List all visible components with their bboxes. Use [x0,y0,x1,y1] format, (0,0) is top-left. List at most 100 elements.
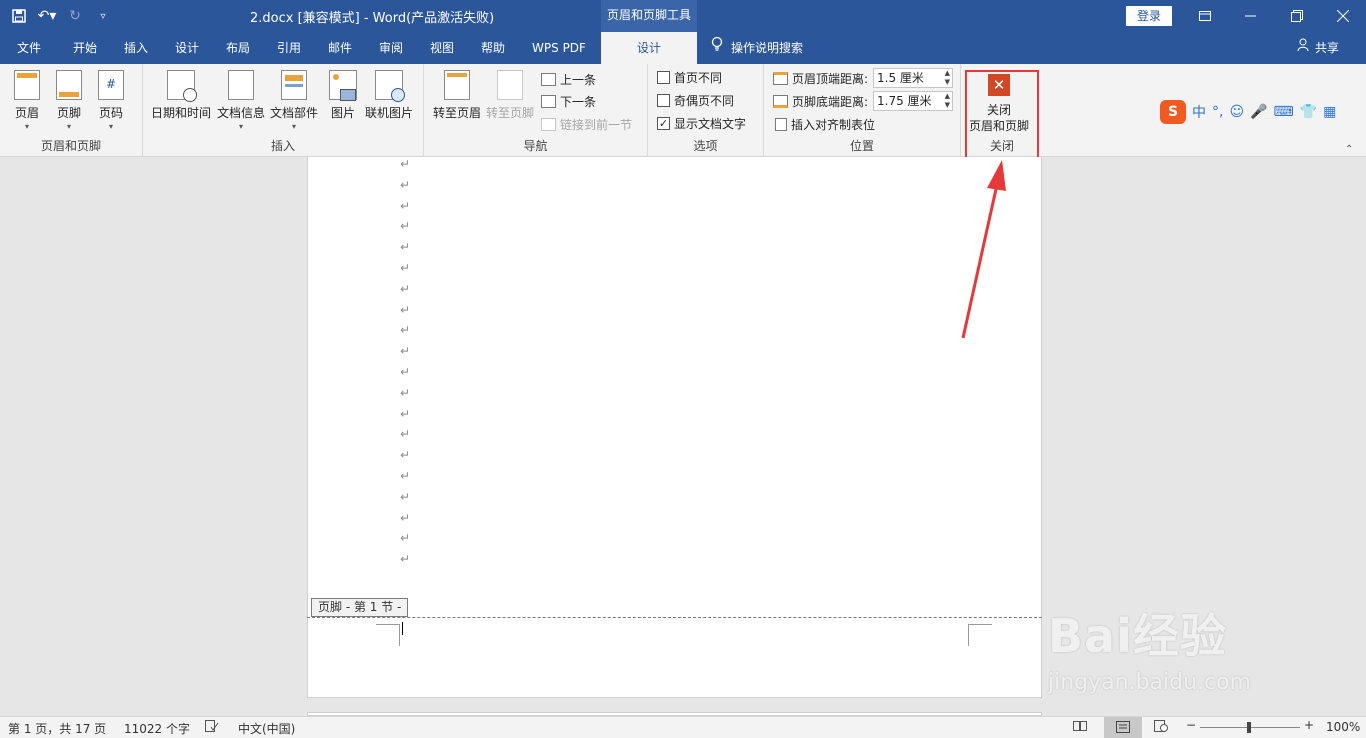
tab-header-footer-design[interactable]: 设计 [601,32,697,64]
different-odd-even-checkbox[interactable]: 奇偶页不同 [657,90,734,110]
language-indicator[interactable]: 中文(中国) [238,720,295,737]
print-layout-icon[interactable] [1104,717,1142,738]
footer-bottom-input[interactable]: 1.75 厘米 ▲ ▼ [873,91,953,111]
tell-me-search[interactable]: 操作说明搜索 [711,32,803,64]
online-pictures-button[interactable]: 联机图片 [365,70,413,121]
minimize-icon[interactable] [1228,0,1274,32]
ime-emoji-icon[interactable]: ☺ [1229,104,1244,120]
tab-review[interactable]: 审阅 [368,32,414,64]
collapse-ribbon-icon[interactable]: ⌃ [1345,144,1353,155]
picture-button[interactable]: 图片 [329,70,357,121]
tab-layout[interactable]: 布局 [215,32,261,64]
footer-section-tag: 页脚 - 第 1 节 - [311,598,409,617]
next-label: 下一条 [560,94,597,109]
zoom-in-button[interactable]: + [1304,718,1314,732]
tab-insert[interactable]: 插入 [113,32,159,64]
margin-corner-left [376,624,400,646]
tab-view[interactable]: 视图 [419,32,465,64]
close-icon[interactable] [1320,0,1366,32]
goto-footer-label: 转至页脚 [486,106,535,120]
different-first-page-checkbox[interactable]: 首页不同 [657,67,722,87]
tab-help[interactable]: 帮助 [470,32,516,64]
ime-chinese-mode[interactable]: 中 [1192,102,1206,122]
customize-qat-icon[interactable]: ▿ [92,5,114,27]
document-info-button[interactable]: 文档信息 ▾ [217,70,265,131]
spin-arrows-icon[interactable]: ▲ ▼ [945,92,950,110]
proofing-icon[interactable] [205,720,219,735]
paragraph-mark: ↵ [400,281,411,296]
paragraph-mark: ↵ [400,302,411,317]
footer-button[interactable]: 页脚 ▾ [56,70,82,131]
watermark-url: jingyan.baidu.com [1048,670,1252,695]
next-button[interactable]: 下一条 [541,91,596,111]
picture-label: 图片 [330,106,355,120]
paragraph-mark: ↵ [400,177,411,192]
show-document-text-label: 显示文档文字 [674,116,747,131]
group-label: 页眉和页脚 [40,139,101,153]
ime-skin-icon[interactable]: 👕 [1300,104,1317,120]
header-top-input[interactable]: 1.5 厘米 ▲ ▼ [873,68,953,88]
restore-icon[interactable] [1274,0,1320,32]
lightbulb-icon [711,32,723,64]
zoom-level[interactable]: 100% [1326,720,1360,734]
save-icon[interactable] [8,5,30,27]
footer-button-label: 页脚 [56,106,81,120]
ime-microphone-icon[interactable]: 🎤 [1250,104,1267,120]
link-icon [541,117,556,131]
checkbox-icon [657,70,670,84]
zoom-slider-thumb[interactable] [1247,722,1251,733]
chevron-down-icon: ▾ [108,122,113,131]
previous-label: 上一条 [560,72,597,87]
group-insert: 日期和时间 文档信息 ▾ 文档部件 ▾ 图片 联机图片 插入 [143,64,424,157]
margin-corner-right [968,624,992,646]
zoom-out-button[interactable]: − [1186,718,1196,732]
ime-punctuation-icon[interactable]: °, [1212,104,1223,120]
tab-references[interactable]: 引用 [266,32,312,64]
spin-arrows-icon[interactable]: ▲ ▼ [945,69,950,87]
paragraph-mark: ↵ [400,385,411,400]
link-to-previous-label: 链接到前一节 [560,117,633,132]
insert-alignment-tab-button[interactable]: 插入对齐制表位 [775,114,875,134]
share-button[interactable]: 共享 [1297,32,1339,64]
word-count[interactable]: 11022 个字 [124,720,190,737]
quick-parts-button[interactable]: 文档部件 ▾ [270,70,318,131]
ime-keyboard-icon[interactable]: ⌨ [1274,104,1294,120]
paragraph-mark: ↵ [400,364,411,379]
tab-wps-pdf[interactable]: WPS PDF [524,32,594,64]
login-button[interactable]: 登录 [1126,6,1172,26]
online-pictures-label: 联机图片 [365,106,414,120]
show-document-text-checkbox[interactable]: ✓ 显示文档文字 [657,113,746,133]
page-count[interactable]: 第 1 页，共 17 页 [8,720,106,737]
sogou-logo-icon[interactable]: S [1160,100,1186,124]
paragraph-mark: ↵ [400,468,411,483]
paragraph-mark: ↵ [400,240,411,255]
ime-grid-icon[interactable]: ▦ [1323,104,1336,120]
status-bar: 第 1 页，共 17 页 11022 个字 中文(中国) − + 100% [0,716,1366,738]
group-label: 选项 [693,139,718,153]
link-to-previous-button[interactable]: 链接到前一节 [541,114,632,134]
goto-header-label: 转至页眉 [433,106,482,120]
header-top-distance: 页眉顶端距离: [773,68,868,88]
ribbon-display-icon[interactable] [1182,0,1228,32]
web-layout-icon[interactable] [1154,720,1168,735]
different-first-page-label: 首页不同 [674,70,723,85]
date-time-button[interactable]: 日期和时间 [151,70,211,121]
tab-file[interactable]: 文件 [6,32,52,64]
header-button[interactable]: 页眉 ▾ [14,70,40,131]
tab-design[interactable]: 设计 [164,32,210,64]
page-number-button[interactable]: # 页码 ▾ [98,70,124,131]
read-mode-icon[interactable] [1073,720,1087,735]
paragraph-mark: ↵ [400,448,411,463]
title-bar: ↶▾ ↻ ▿ 2.docx [兼容模式] - Word(产品激活失败) 页眉和页… [0,0,1366,32]
undo-icon[interactable]: ↶▾ [36,5,58,27]
redo-icon[interactable]: ↻ [64,5,86,27]
paragraph-mark: ↵ [400,406,411,421]
tab-mailings[interactable]: 邮件 [317,32,363,64]
goto-footer-button[interactable]: 转至页脚 [486,70,534,121]
footer-bottom-label: 页脚底端距离: [792,94,869,109]
group-label: 位置 [849,139,874,153]
previous-button[interactable]: 上一条 [541,69,596,89]
goto-header-button[interactable]: 转至页眉 [433,70,481,121]
online-pictures-icon [375,70,405,102]
tab-home[interactable]: 开始 [62,32,108,64]
